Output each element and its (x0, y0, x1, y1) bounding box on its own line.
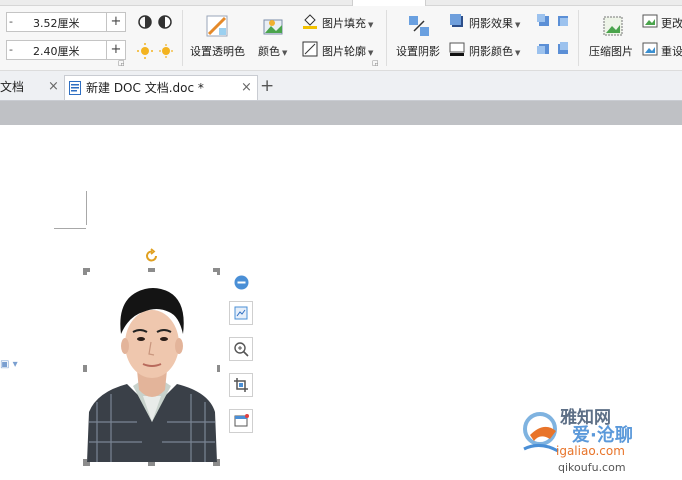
contrast-decrease-icon[interactable] (157, 14, 173, 30)
height-spinner[interactable]: - 3.52厘米 + (6, 12, 126, 32)
shadow-nudge-up-icon[interactable] (537, 14, 551, 28)
zoom-picture-button[interactable] (229, 337, 253, 361)
doc-file-icon (69, 81, 81, 95)
tab-document-2[interactable]: 新建 DOC 文档.doc * × (64, 75, 258, 100)
height-decrease-button[interactable]: - (9, 15, 13, 28)
shadow-nudge-down-icon[interactable] (556, 14, 570, 28)
contrast-icon[interactable] (137, 14, 153, 30)
brightness-increase-icon[interactable] (136, 42, 154, 60)
shadow-icon[interactable] (406, 13, 432, 39)
collapse-icon[interactable] (234, 275, 249, 290)
picture-fill-label: 图片填充 (322, 17, 366, 30)
chevron-down-icon: ▼ (368, 49, 374, 57)
picture-outline-label: 图片轮廓 (322, 45, 366, 58)
width-spinner[interactable]: - 2.40厘米 + (6, 40, 126, 60)
document-canvas[interactable]: ▣ ▾ 雅知网 爱·沧聊 igaliao.com qikoufu.com (0, 125, 682, 480)
watermark-logo-icon (523, 412, 559, 453)
reset-picture-button[interactable]: 重设 (661, 43, 682, 59)
layout-options-icon (234, 306, 248, 320)
ribbon-toolbar: - 3.52厘米 + - 2.40厘米 + ◲ 设置透明色 颜色 ▼ 图片填充 ▼ … (0, 0, 682, 71)
chevron-down-icon: ▼ (282, 49, 288, 57)
picture-fill-button[interactable]: 图片填充 ▼ (322, 15, 373, 31)
picture-color-icon[interactable] (262, 14, 286, 38)
height-increase-button[interactable]: + (106, 13, 125, 31)
shadow-effect-label: 阴影效果 (469, 17, 513, 30)
transparent-color-icon[interactable] (205, 14, 229, 38)
reset-picture-icon[interactable] (642, 41, 658, 57)
brightness-decrease-icon[interactable] (157, 42, 175, 60)
shadow-nudge-left-icon[interactable] (537, 42, 551, 56)
watermark: 雅知网 爱·沧聊 igaliao.com qikoufu.com (516, 403, 682, 480)
portrait-photo[interactable] (87, 272, 217, 462)
change-picture-button[interactable]: 更改 (661, 15, 682, 31)
close-icon[interactable]: × (48, 75, 59, 99)
change-picture-icon[interactable] (642, 13, 658, 29)
width-value[interactable]: 2.40厘米 (33, 43, 80, 59)
shadow-color-icon[interactable] (449, 41, 465, 57)
crop-icon (234, 378, 248, 392)
ruler-area (0, 101, 682, 125)
ribbon-tab-strip (0, 0, 682, 6)
picture-border-icon (234, 414, 249, 427)
tab-picture-tools[interactable] (352, 0, 426, 6)
tab-document-1[interactable]: 文档 × (0, 75, 64, 100)
color-button[interactable]: 颜色 ▼ (258, 43, 287, 59)
compress-picture-button[interactable]: 压缩图片 (589, 43, 633, 59)
shadow-color-label: 阴影颜色 (469, 45, 513, 58)
new-tab-button[interactable]: + (260, 76, 274, 96)
size-dialog-launcher[interactable]: ◲ (118, 59, 125, 67)
watermark-url: igaliao.com (556, 444, 625, 458)
tab-label: 新建 DOC 文档.doc * (86, 81, 204, 95)
picture-dialog-launcher[interactable]: ◲ (372, 59, 379, 67)
paste-options-icon[interactable]: ▣ ▾ (0, 359, 18, 370)
watermark-url: qikoufu.com (558, 461, 626, 474)
page-margin-mark (86, 191, 87, 225)
shadow-effect-icon[interactable] (449, 13, 465, 29)
shadow-effect-button[interactable]: 阴影效果 ▼ (469, 15, 520, 31)
picture-border-button[interactable] (229, 409, 253, 433)
chevron-down-icon: ▼ (368, 21, 374, 29)
picture-outline-icon[interactable] (302, 41, 318, 57)
shadow-nudge-right-icon[interactable] (556, 42, 570, 56)
layout-options-button[interactable] (229, 301, 253, 325)
document-tab-bar: 文档 × 新建 DOC 文档.doc * × + (0, 71, 682, 101)
picture-outline-button[interactable]: 图片轮廓 ▼ (322, 43, 373, 59)
crop-picture-button[interactable] (229, 373, 253, 397)
paint-bucket-icon[interactable] (302, 13, 318, 29)
ribbon-divider (386, 10, 387, 66)
chevron-down-icon: ▼ (515, 21, 521, 29)
height-value[interactable]: 3.52厘米 (33, 15, 80, 31)
compress-picture-icon[interactable] (600, 13, 626, 39)
rotate-handle-icon[interactable] (144, 248, 160, 264)
page-margin-mark (54, 228, 86, 229)
width-increase-button[interactable]: + (106, 41, 125, 59)
chevron-down-icon: ▼ (515, 49, 521, 57)
set-transparent-color-button[interactable]: 设置透明色 (190, 43, 245, 59)
width-decrease-button[interactable]: - (9, 43, 13, 56)
close-icon[interactable]: × (241, 76, 252, 100)
ribbon-divider (182, 10, 183, 66)
color-label: 颜色 (258, 45, 280, 58)
shadow-color-button[interactable]: 阴影颜色 ▼ (469, 43, 520, 59)
tab-label: 文档 (0, 80, 25, 94)
ribbon-divider (578, 10, 579, 66)
zoom-in-icon (234, 342, 249, 357)
set-shadow-button[interactable]: 设置阴影 (396, 43, 440, 59)
